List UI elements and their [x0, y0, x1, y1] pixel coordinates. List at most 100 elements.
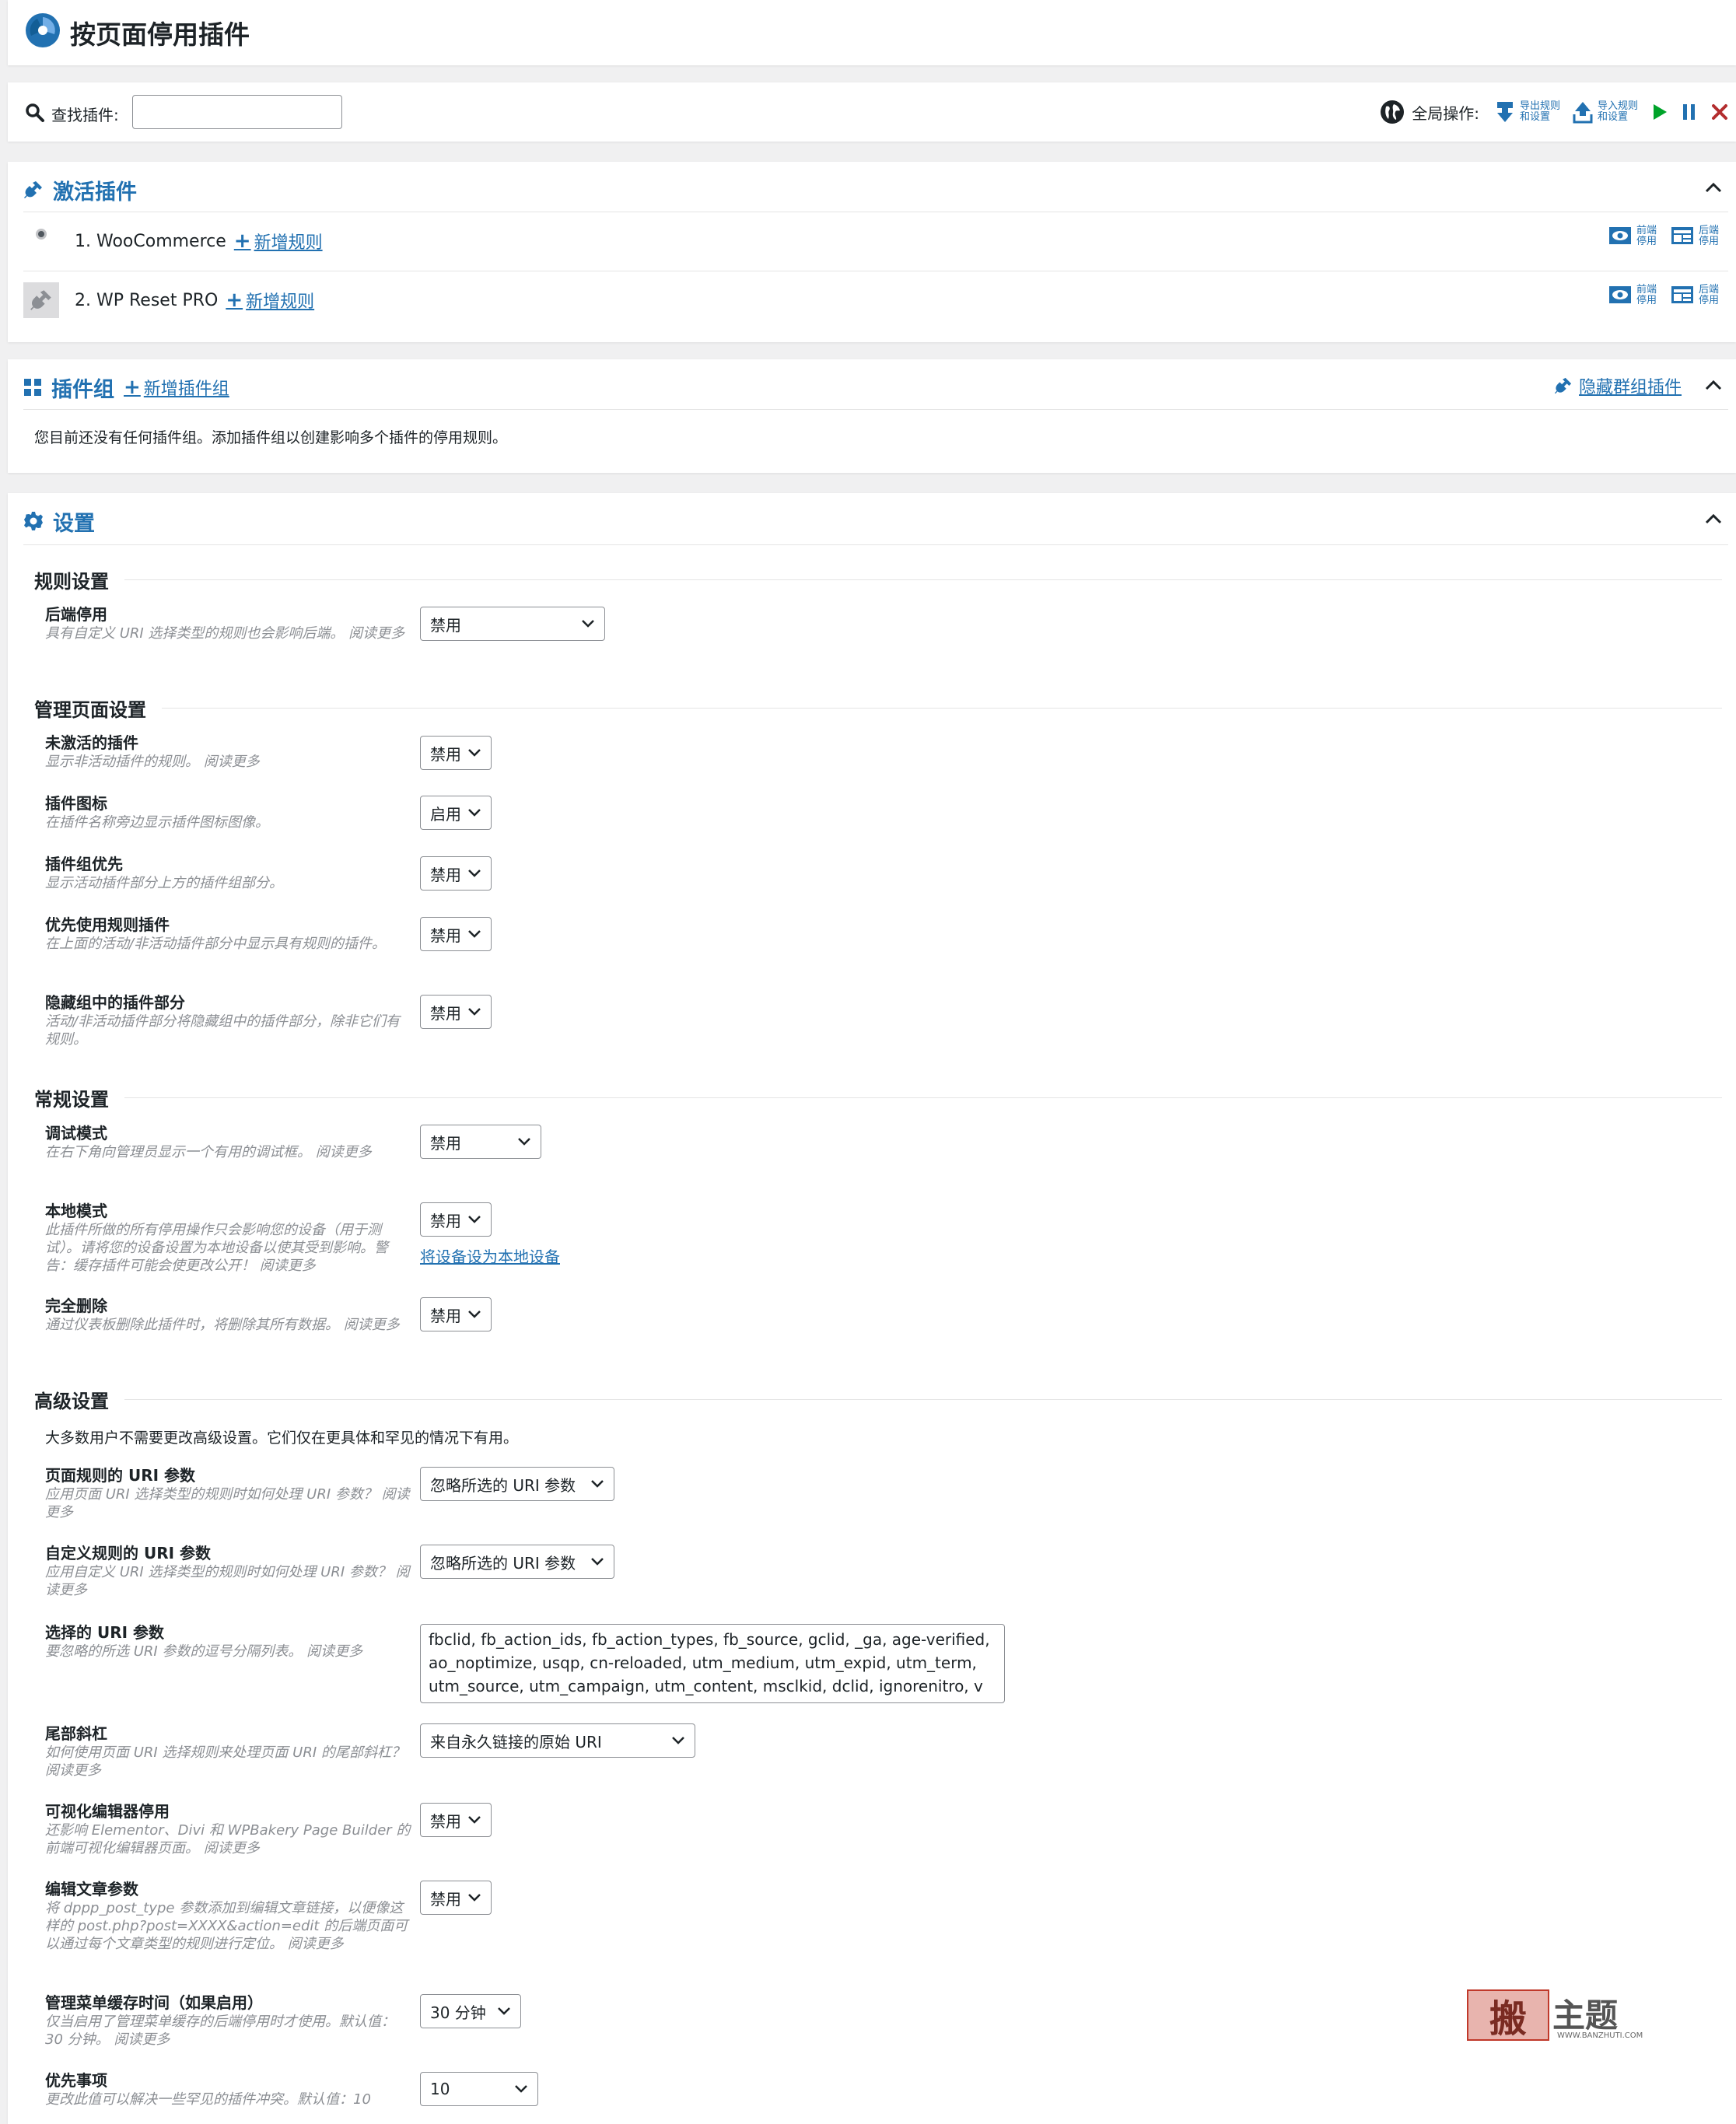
chevron-down-icon	[498, 2007, 510, 2015]
plugin-row: 2. WP Reset PRO + 新增规则 前端 停用 后端 停用	[23, 271, 1728, 330]
hide-group-plugins-link[interactable]: 隐藏群组插件	[1554, 373, 1682, 398]
backend-disable-select[interactable]: 禁用	[420, 607, 605, 641]
full-delete-select[interactable]: 禁用	[420, 1297, 492, 1331]
option-desc: 此插件所做的所有停用操作只会影响您的设备（用于测试）。请将您的设备设置为本地设备…	[45, 1222, 388, 1274]
option-name: 本地模式	[45, 1202, 107, 1220]
chevron-down-icon	[468, 749, 481, 757]
option-name: 尾部斜杠	[45, 1724, 107, 1743]
plugin-groups-header[interactable]: 插件组 + 新增插件组	[23, 359, 229, 415]
option-desc: 显示活动插件部分上方的插件组部分。	[45, 875, 283, 891]
search-input[interactable]	[132, 95, 342, 129]
watermark-logo: 搬 主题 WWW.BANZHUTI.COM	[1467, 1989, 1654, 2044]
add-rule-link[interactable]: + 新增规则	[226, 288, 314, 313]
grid-icon	[23, 378, 42, 397]
rules-first-select[interactable]: 禁用	[420, 917, 492, 951]
chevron-up-icon[interactable]	[1705, 513, 1722, 524]
chevron-down-icon	[468, 1310, 481, 1318]
dashboard-icon	[1671, 226, 1694, 247]
export-button[interactable]: 导出规则 和设置	[1495, 100, 1560, 124]
option-name: 优先使用规则插件	[45, 915, 170, 934]
inactive-plugins-option: 未激活的插件 显示非活动插件的规则。 阅读更多	[45, 733, 411, 771]
backend-disable-button[interactable]: 后端 停用	[1671, 285, 1719, 306]
active-plugins-header[interactable]: 激活插件	[23, 162, 137, 218]
global-actions-label: 全局操作:	[1412, 103, 1479, 123]
eye-icon	[1608, 285, 1632, 306]
option-name: 页面规则的 URI 参数	[45, 1466, 196, 1485]
frontend-disable-button[interactable]: 前端 停用	[1608, 226, 1657, 247]
backend-disable-button[interactable]: 后端 停用	[1671, 226, 1719, 247]
add-rule-link[interactable]: + 新增规则	[234, 229, 323, 254]
eye-icon	[1608, 226, 1632, 247]
advanced-settings-heading-text: 高级设置	[34, 1391, 109, 1412]
custom-uri-params-select[interactable]: 忽略所选的 URI 参数	[420, 1545, 614, 1579]
trailing-slash-select[interactable]: 来自永久链接的原始 URI	[420, 1723, 695, 1758]
custom-uri-params-option: 自定义规则的 URI 参数 应用自定义 URI 选择类型的规则时如何处理 URI…	[45, 1543, 411, 1599]
menu-cache-select[interactable]: 30 分钟	[420, 1994, 521, 2028]
option-desc: 仅当启用了管理菜单缓存的后端停用时才使用。默认值：30 分钟。 阅读更多	[45, 2014, 395, 2048]
export-label: 导出规则 和设置	[1519, 100, 1560, 123]
plugin-icons-option: 插件图标 在插件名称旁边显示插件图标图像。	[45, 793, 411, 831]
backend-disable-label: 后端 停用	[1698, 284, 1719, 306]
option-name: 未激活的插件	[45, 733, 138, 752]
local-mode-select[interactable]: 禁用	[420, 1202, 492, 1237]
select-value: 禁用	[430, 744, 461, 764]
play-icon[interactable]	[1652, 103, 1668, 121]
debug-select[interactable]: 禁用	[420, 1125, 541, 1159]
option-desc: 要忽略的所选 URI 参数的逗号分隔列表。 阅读更多	[45, 1643, 363, 1660]
set-local-device-link[interactable]: 将设备设为本地设备	[420, 1244, 560, 1267]
plug-icon	[23, 180, 44, 200]
chevron-down-icon	[591, 1480, 604, 1488]
settings-header[interactable]: 设置	[23, 493, 95, 549]
row-actions: 前端 停用 后端 停用	[1608, 226, 1719, 247]
select-value: 忽略所选的 URI 参数	[430, 1553, 576, 1573]
visual-editor-option: 可视化编辑器停用 还影响 Elementor、Divi 和 WPBakery P…	[45, 1801, 411, 1857]
option-name: 优先事项	[45, 2071, 107, 2090]
option-desc: 通过仪表板删除此插件时，将删除其所有数据。 阅读更多	[45, 1317, 400, 1333]
select-value: 禁用	[430, 615, 461, 635]
plugin-icons-select[interactable]: 启用	[420, 796, 492, 830]
import-icon	[1573, 100, 1593, 124]
visual-editor-select[interactable]: 禁用	[420, 1803, 492, 1837]
gear-icon	[23, 511, 44, 531]
advanced-settings-note: 大多数用户不需要更改高级设置。它们仅在更具体和罕见的情况下有用。	[45, 1429, 519, 1447]
groups-first-select[interactable]: 禁用	[420, 856, 492, 891]
inactive-plugins-select[interactable]: 禁用	[420, 736, 492, 770]
selected-params-textarea[interactable]: fbclid, fb_action_ids, fb_action_types, …	[420, 1624, 1005, 1703]
chevron-down-icon	[468, 809, 481, 817]
general-settings-heading-text: 常规设置	[34, 1089, 109, 1111]
rules-first-option: 优先使用规则插件 在上面的活动/非活动插件部分中显示具有规则的插件。	[45, 915, 411, 953]
plugin-groups-title: 插件组	[51, 377, 114, 402]
option-name: 管理菜单缓存时间（如果启用）	[45, 1993, 263, 2012]
search-label: 查找插件:	[51, 106, 119, 124]
option-desc: 将 dppp_post_type 参数添加到编辑文章链接，以便像这样的 post…	[45, 1900, 408, 1952]
option-name: 可视化编辑器停用	[45, 1802, 170, 1821]
active-plugins-section: 激活插件 1. WooCommerce + 新增规则 前端 停用 后端 停用 2…	[8, 162, 1736, 342]
watermark-url: WWW.BANZHUTI.COM	[1557, 2031, 1643, 2040]
select-value: 10	[430, 2080, 450, 2098]
rule-settings-heading-text: 规则设置	[34, 571, 109, 593]
select-value: 30 分钟	[430, 2003, 486, 2022]
frontend-disable-button[interactable]: 前端 停用	[1608, 285, 1657, 306]
add-rule-label: 新增规则	[254, 233, 323, 253]
option-desc: 在右下角向管理员显示一个有用的调试框。 阅读更多	[45, 1144, 372, 1160]
admin-settings-heading-text: 管理页面设置	[34, 699, 146, 721]
import-button[interactable]: 导入规则 和设置	[1573, 100, 1638, 124]
chevron-down-icon	[468, 1008, 481, 1016]
close-icon[interactable]	[1711, 103, 1728, 121]
divider	[23, 544, 1728, 545]
export-icon	[1495, 100, 1515, 124]
add-group-link[interactable]: + 新增插件组	[124, 375, 229, 400]
hide-group-plugins-select[interactable]: 禁用	[420, 995, 492, 1029]
advanced-settings-heading: 高级设置	[34, 1386, 1722, 1413]
option-desc: 应用自定义 URI 选择类型的规则时如何处理 URI 参数？ 阅读更多	[45, 1564, 410, 1598]
pause-icon[interactable]	[1682, 103, 1697, 121]
page-uri-params-select[interactable]: 忽略所选的 URI 参数	[420, 1467, 614, 1501]
priority-select[interactable]: 10	[420, 2072, 538, 2106]
chevron-up-icon[interactable]	[1705, 380, 1722, 390]
option-desc: 活动/非活动插件部分将隐藏组中的插件部分，除非它们有规则。	[45, 1013, 401, 1048]
chevron-up-icon[interactable]	[1705, 182, 1722, 193]
edit-post-param-select[interactable]: 禁用	[420, 1881, 492, 1915]
local-mode-option: 本地模式 此插件所做的所有停用操作只会影响您的设备（用于测试）。请将您的设备设置…	[45, 1201, 411, 1275]
page-uri-params-option: 页面规则的 URI 参数 应用页面 URI 选择类型的规则时如何处理 URI 参…	[45, 1465, 411, 1521]
select-value: 忽略所选的 URI 参数	[430, 1475, 576, 1495]
